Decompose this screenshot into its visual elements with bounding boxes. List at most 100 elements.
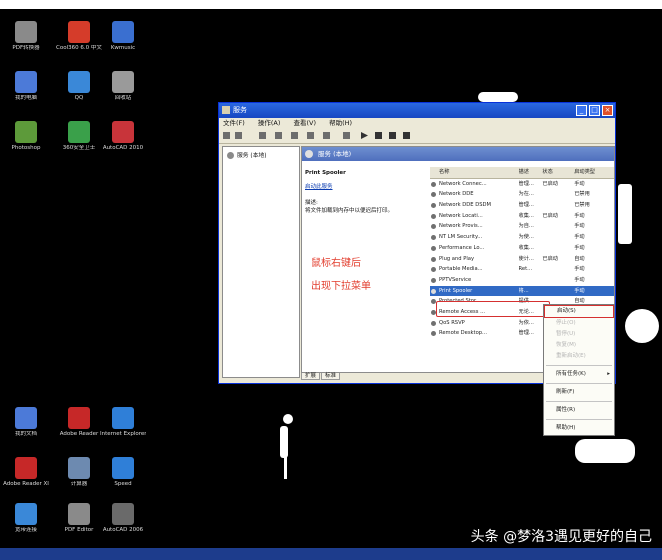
services-header: 服务 (本地) [302, 147, 614, 161]
menu-separator [546, 383, 612, 384]
desktop-icon[interactable]: 计算器 [56, 457, 102, 488]
service-row[interactable]: Portable Media... Ret... 手动 [430, 264, 614, 275]
gear-icon [305, 150, 313, 158]
service-status: 已启动 [542, 212, 558, 219]
menu-item-help[interactable]: 帮助(H) [544, 423, 614, 434]
menu-item-all-tasks[interactable]: 所有任务(K) ▸ [544, 369, 614, 380]
desktop-icon[interactable]: Adobe Reader [56, 407, 102, 438]
help-icon[interactable] [323, 132, 330, 139]
column-startup-type[interactable]: 启动类型 [574, 167, 614, 178]
desktop-icon[interactable]: Kwmusic [100, 21, 146, 52]
app-icon [15, 71, 37, 93]
service-row[interactable]: Plug and Play 使计... 已启动 自动 [430, 254, 614, 265]
service-status [542, 286, 574, 297]
desktop-icon[interactable]: 回收站 [100, 71, 146, 102]
description-text: 将文件加载到内存中以便迟后打印。 [305, 208, 394, 214]
service-row[interactable]: Network Connec... 管理... 已启动 手动 [430, 179, 614, 190]
desktop-icon-label: PDF转换器 [12, 45, 40, 51]
desktop-icon[interactable]: AutoCAD 2006 [100, 503, 146, 534]
app-icon [112, 21, 134, 43]
desktop-icon[interactable]: Adobe Reader XI [3, 457, 49, 488]
desktop-icon[interactable]: Photoshop [3, 121, 49, 152]
menu-item-start[interactable]: 启动(S) [544, 305, 614, 318]
desktop-icon[interactable]: Internet Explorer [100, 407, 146, 438]
service-row[interactable]: Network DDE DSDM 管理... 已禁用 [430, 200, 614, 211]
close-button[interactable]: × [602, 105, 613, 116]
app-icon [112, 71, 134, 93]
desktop-icon-label: QQ [74, 95, 84, 101]
stop-service-icon[interactable] [375, 132, 382, 139]
service-status [542, 221, 574, 232]
menu-action[interactable]: 操作(A) [258, 119, 281, 127]
up-icon[interactable] [259, 132, 266, 139]
menu-file[interactable]: 文件(F) [223, 119, 245, 127]
menu-item-stop[interactable]: 停止(O) [544, 318, 614, 329]
service-desc: 使计... [518, 255, 534, 262]
minimize-button[interactable]: _ [576, 105, 587, 116]
desktop-icon[interactable]: 宽带连接 [3, 503, 49, 534]
show-tree-icon[interactable] [275, 132, 282, 139]
menu-item-refresh[interactable]: 刷新(F) [544, 387, 614, 398]
back-icon[interactable] [223, 132, 230, 139]
service-row[interactable]: PPTVService 手动 [430, 275, 614, 286]
service-row[interactable]: Network Locati... 收集... 已启动 手动 [430, 211, 614, 222]
taskbar[interactable] [0, 548, 662, 560]
pause-service-icon[interactable] [389, 132, 396, 139]
tab-extended[interactable]: 扩展 [301, 373, 321, 380]
properties-icon[interactable] [343, 132, 350, 139]
refresh-icon[interactable] [291, 132, 298, 139]
service-name: PPTVService [430, 275, 519, 286]
app-icon [112, 121, 134, 143]
watermark: 头条 @梦洛3遇见更好的自己 [470, 529, 652, 545]
desktop-icon[interactable]: PDF转换器 [3, 21, 49, 52]
app-icon [68, 121, 90, 143]
menu-item-resume[interactable]: 恢复(M) [544, 340, 614, 351]
services-header-title: 服务 (本地) [318, 150, 352, 158]
service-startup: 已禁用 [574, 202, 590, 209]
service-name: Network DDE DSDM [430, 200, 519, 211]
export-icon[interactable] [307, 132, 314, 139]
description-label: 描述: [305, 200, 318, 206]
desktop-icon[interactable]: QQ [56, 71, 102, 102]
service-row[interactable]: Performance Lo... 收集... 手动 [430, 243, 614, 254]
annotation-line-1: 鼠标右键后 [311, 258, 361, 269]
menu-separator [546, 419, 612, 420]
desktop-icon[interactable]: Cool360 6.0 中文版 [56, 21, 102, 52]
menu-item-properties[interactable]: 属性(R) [544, 405, 614, 416]
menu-help[interactable]: 帮助(H) [329, 119, 352, 127]
menu-item-pause[interactable]: 暂停(U) [544, 329, 614, 340]
desktop-icon[interactable]: 我的电脑 [3, 71, 49, 102]
maximize-button[interactable]: □ [589, 105, 600, 116]
column-status[interactable]: 状态 [542, 167, 574, 178]
tree-item-services-local[interactable]: 服务 (本地) [223, 147, 299, 162]
desktop-icon[interactable]: Speed [100, 457, 146, 488]
start-service-icon[interactable] [361, 132, 368, 139]
restart-service-icon[interactable] [403, 132, 410, 139]
service-row[interactable]: NT LM Security... 为使... 手动 [430, 232, 614, 243]
services-list-header: 名称 描述 状态 启动类型 [430, 167, 614, 179]
desktop-icon-label: Speed [114, 481, 132, 487]
services-app-icon [222, 106, 230, 114]
window-titlebar[interactable]: 服务 _ □ × [219, 103, 615, 118]
menu-separator [546, 365, 612, 366]
service-row[interactable]: Print Spooler 将... 手动 [430, 285, 614, 297]
desktop-icon[interactable]: AutoCAD 2010 [100, 121, 146, 152]
forward-icon[interactable] [235, 132, 242, 139]
column-name[interactable]: 名称 [430, 167, 519, 178]
service-row[interactable]: Network DDE 为在... 已禁用 [430, 189, 614, 200]
menu-item-restart[interactable]: 重新启动(E) [544, 351, 614, 362]
service-status [542, 232, 574, 243]
start-service-link[interactable]: 启动此服务 [305, 183, 415, 191]
desktop-icon[interactable]: 360安全卫士 [56, 121, 102, 152]
tab-standard[interactable]: 标准 [321, 373, 341, 380]
service-row[interactable]: Network Provis... 为自... 手动 [430, 221, 614, 232]
app-icon [68, 503, 90, 525]
menu-view[interactable]: 查看(V) [294, 119, 317, 127]
column-description[interactable]: 描述 [519, 167, 543, 178]
service-desc [519, 275, 543, 286]
app-icon [15, 407, 37, 429]
desktop-icon[interactable]: PDF Editor [56, 503, 102, 534]
app-icon [68, 71, 90, 93]
app-icon [68, 21, 90, 43]
desktop-icon[interactable]: 我的文档 [3, 407, 49, 438]
